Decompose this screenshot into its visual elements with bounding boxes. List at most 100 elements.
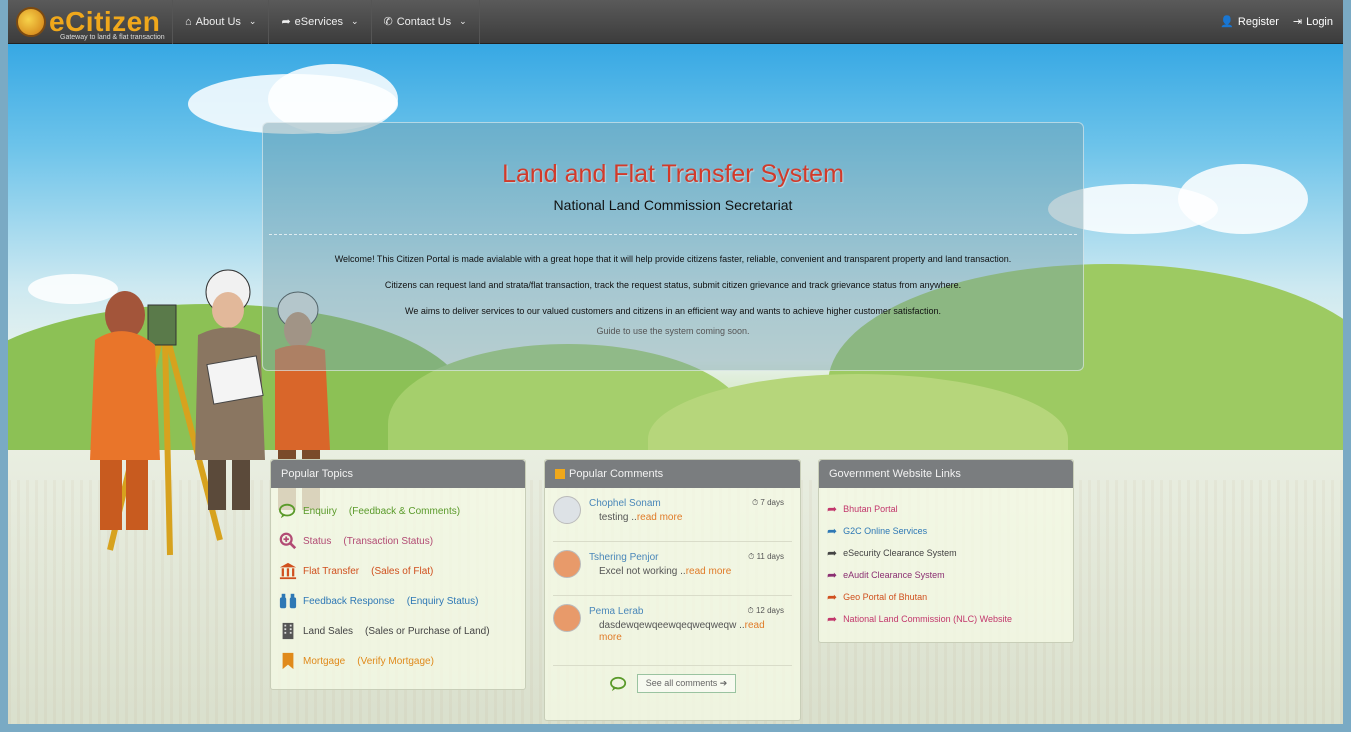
topic-label: Feedback Response: [303, 595, 395, 607]
popular-comments-heading: Popular Comments: [569, 468, 664, 480]
gov-link-label: G2C Online Services: [843, 526, 928, 536]
topic-label: Enquiry: [303, 505, 337, 517]
chat-icon: [609, 676, 626, 691]
gov-link-g2c[interactable]: ➦ G2C Online Services: [819, 520, 1073, 542]
topic-label: Flat Transfer: [303, 565, 360, 577]
zoom-icon: [279, 532, 297, 550]
topic-label: Land Sales: [303, 625, 354, 637]
share-arrow-icon: ➦: [827, 568, 838, 582]
comment-age: ⏱ 7 days: [751, 498, 784, 507]
gov-link-label: Bhutan Portal: [843, 504, 898, 514]
gov-link-geo-portal[interactable]: ➦ Geo Portal of Bhutan: [819, 586, 1073, 608]
login-icon: ⇥: [1292, 16, 1303, 28]
avatar: [553, 496, 581, 524]
comment-author[interactable]: Tshering Penjor: [589, 552, 658, 563]
divider: [269, 234, 1077, 235]
comment-item: Tshering Penjor ⏱ 11 days Excel not work…: [553, 542, 792, 596]
avatar: [553, 550, 581, 578]
comment-text: dasdewqewqeewqeqweqweqw ..read more: [599, 620, 779, 644]
comment-days: 7 days: [760, 498, 784, 507]
comment-days: 12 days: [755, 606, 784, 615]
building-icon: [282, 622, 294, 640]
share-arrow-icon: ➦: [827, 590, 838, 604]
read-more-link[interactable]: read more: [637, 512, 683, 523]
share-arrow-icon: ➦: [281, 16, 291, 28]
topic-label: Status: [303, 535, 332, 547]
bank-icon: [279, 562, 297, 580]
comment-text: testing ..read more: [599, 512, 779, 524]
share-arrow-icon: ➦: [827, 612, 838, 626]
home-icon: ⌂: [185, 15, 192, 28]
gov-links-heading: Government Website Links: [819, 460, 1073, 488]
brand-tagline: Gateway to land & flat transaction: [60, 33, 165, 41]
see-all-comments-button[interactable]: See all comments ➔: [636, 674, 737, 693]
topic-sub: (Enquiry Status): [406, 595, 479, 607]
chevron-down-icon: ⌄: [459, 16, 467, 26]
gov-link-label: eAudit Clearance System: [843, 570, 945, 580]
topic-sub: (Feedback & Comments): [348, 505, 461, 517]
see-all-label: See all comments: [645, 678, 718, 688]
guide-note: Guide to use the system coming soon.: [596, 326, 750, 336]
nav-about-us[interactable]: ⌂ About Us ⌄: [172, 0, 268, 44]
comment-body: dasdewqewqeewqeqweqweqw ..: [599, 620, 745, 631]
topic-flat-transfer[interactable]: Flat Transfer (Sales of Flat): [271, 556, 525, 586]
nav-eservices-label: eServices: [294, 15, 343, 28]
comment-text: Excel not working ..read more: [599, 566, 779, 578]
nav-about-us-label: About Us: [195, 15, 241, 28]
page-title: Land and Flat Transfer System: [502, 160, 844, 188]
see-all-row: See all comments ➔: [545, 674, 800, 693]
gov-links-card: Government Website Links ➦ Bhutan Portal…: [818, 459, 1074, 643]
comment-age: ⏱ 12 days: [747, 606, 785, 615]
comment-days: 11 days: [756, 552, 784, 561]
gov-link-bhutan-portal[interactable]: ➦ Bhutan Portal: [819, 498, 1073, 520]
login-link[interactable]: ⇥ Login: [1292, 15, 1333, 29]
phone-icon: ✆: [383, 16, 393, 28]
comment-item: Pema Lerab ⏱ 12 days dasdewqewqeewqeqweq…: [553, 596, 792, 666]
register-link[interactable]: 👤 Register: [1220, 15, 1279, 29]
login-label: Login: [1306, 15, 1333, 28]
popular-comments-header: Popular Comments: [545, 460, 800, 488]
register-label: Register: [1237, 15, 1279, 28]
top-navbar: eCitizen Gateway to land & flat transact…: [0, 0, 1351, 44]
nav-eservices[interactable]: ➦ eServices ⌄: [268, 0, 370, 44]
intro-paragraph: Welcome! This Citizen Portal is made avi…: [334, 254, 1012, 264]
read-more-link[interactable]: read more: [686, 566, 732, 577]
gov-link-eaudit[interactable]: ➦ eAudit Clearance System: [819, 564, 1073, 586]
binoculars-icon: [279, 593, 297, 609]
gov-link-nlc[interactable]: ➦ National Land Commission (NLC) Website: [819, 608, 1073, 630]
popular-topics-card: Popular Topics Enquiry (Feedback & Comme…: [270, 459, 526, 690]
page-subtitle: National Land Commission Secretariat: [553, 197, 793, 213]
gov-link-label: eSecurity Clearance System: [843, 548, 957, 558]
intro-paragraph: We aims to deliver services to our value…: [405, 306, 941, 316]
intro-paragraph: Citizens can request land and strata/fla…: [384, 280, 962, 290]
topic-mortgage[interactable]: Mortgage (Verify Mortgage): [271, 646, 525, 676]
comment-age: ⏱ 11 days: [748, 552, 784, 561]
topic-enquiry[interactable]: Enquiry (Feedback & Comments): [271, 496, 525, 526]
user-icon: 👤: [1220, 16, 1234, 28]
comment-body: testing ..: [599, 512, 637, 523]
topic-sub: (Sales of Flat): [371, 565, 434, 577]
comment-author[interactable]: Chophel Sonam: [589, 498, 661, 509]
popular-comments-card: Popular Comments Chophel Sonam ⏱ 7 days …: [544, 459, 801, 721]
topic-sub: (Transaction Status): [343, 535, 434, 547]
bookmark-icon: [282, 652, 294, 670]
topic-label: Mortgage: [303, 655, 346, 667]
chevron-down-icon: ⌄: [350, 16, 359, 26]
popular-topics-heading: Popular Topics: [271, 460, 525, 488]
brand-name: eCitizen: [49, 5, 161, 37]
topic-status[interactable]: Status (Transaction Status): [271, 526, 525, 556]
chat-icon: [279, 503, 296, 519]
comment-item: Chophel Sonam ⏱ 7 days testing ..read mo…: [553, 488, 792, 542]
gov-link-label: Geo Portal of Bhutan: [843, 592, 928, 602]
brand-logo[interactable]: eCitizen Gateway to land & flat transact…: [16, 0, 172, 44]
comments-icon: [555, 469, 565, 479]
topic-feedback-response[interactable]: Feedback Response (Enquiry Status): [271, 586, 525, 616]
share-arrow-icon: ➦: [827, 546, 838, 560]
nav-contact-us[interactable]: ✆ Contact Us ⌄: [370, 0, 480, 44]
topic-sub: (Verify Mortgage): [357, 655, 434, 667]
topic-land-sales[interactable]: Land Sales (Sales or Purchase of Land): [271, 616, 525, 646]
share-arrow-icon: ➦: [827, 524, 838, 538]
comment-author[interactable]: Pema Lerab: [589, 606, 643, 617]
gov-link-esecurity[interactable]: ➦ eSecurity Clearance System: [819, 542, 1073, 564]
arrow-right-icon: ➔: [719, 678, 728, 688]
